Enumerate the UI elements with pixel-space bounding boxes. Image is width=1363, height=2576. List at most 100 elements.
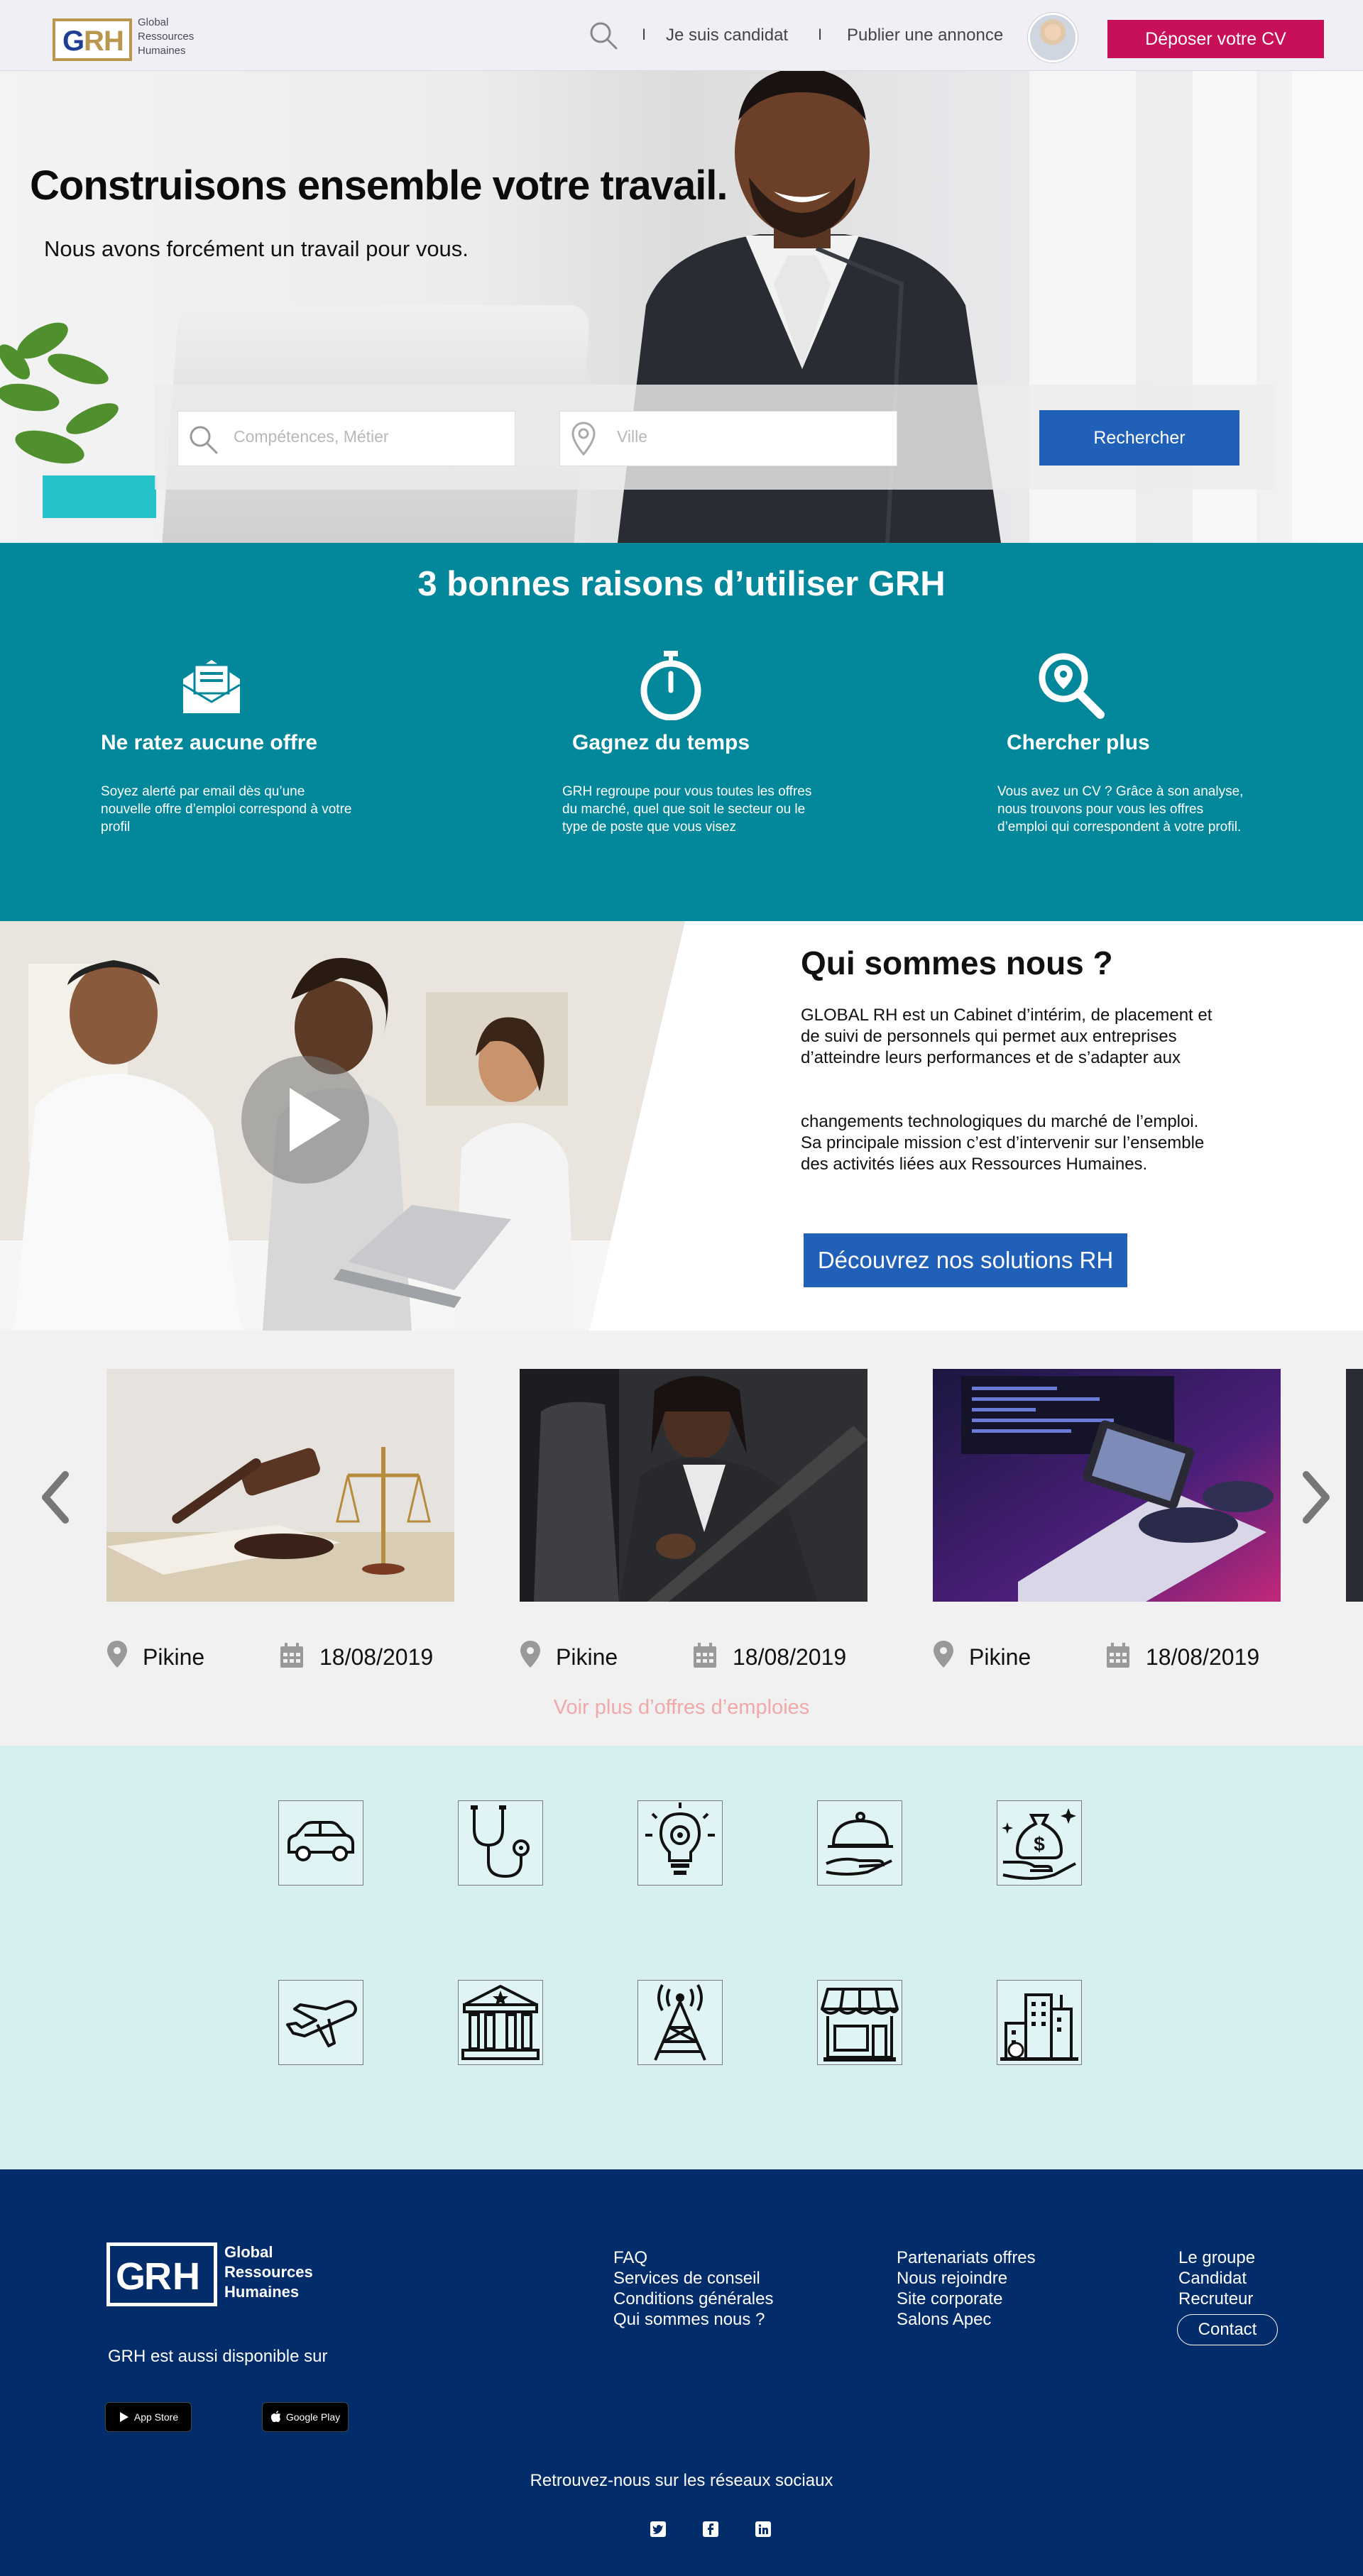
airplane-icon <box>286 2000 357 2047</box>
job-date: 18/08/2019 <box>319 1644 434 1670</box>
avatar[interactable] <box>1028 13 1078 62</box>
reason-text: Soyez alerté par email dès qu’une nouvel… <box>101 784 352 835</box>
upload-cv-button[interactable]: Déposer votre CV <box>1107 20 1324 58</box>
video-play-button[interactable] <box>241 1056 369 1184</box>
nav-separator: I <box>642 26 647 43</box>
job-location: Pikine <box>969 1644 1031 1670</box>
footer-link-join[interactable]: Nous rejoindre <box>897 2268 1036 2289</box>
job-offer-card[interactable]: Pikine 18/08/2019 <box>933 1369 1281 1670</box>
reason-title: Gagnez du temps <box>572 731 750 754</box>
google-play-badge[interactable]: Google Play <box>262 2402 349 2432</box>
job-location: Pikine <box>143 1644 205 1670</box>
calendar-icon <box>280 1643 303 1668</box>
twitter-icon[interactable] <box>650 2521 666 2537</box>
footer-link-about[interactable]: Qui sommes nous ? <box>613 2309 773 2330</box>
footer-link-recruiter[interactable]: Recruteur <box>1178 2289 1255 2309</box>
calendar-icon <box>1107 1643 1129 1668</box>
location-pin-icon <box>571 422 596 456</box>
reason-title: Chercher plus <box>1007 731 1150 754</box>
linkedin-icon[interactable] <box>755 2521 771 2537</box>
footer-links-col2: Partenariats offres Nous rejoindre Site … <box>897 2247 1036 2330</box>
food-service-icon <box>826 1812 893 1876</box>
email-alert-icon <box>182 660 241 713</box>
social-title: Retrouvez-nous sur les réseaux sociaux <box>530 2471 833 2490</box>
location-pin-icon <box>107 1641 127 1668</box>
reasons-section: 3 bonnes raisons d’utiliser GRH Ne ratez… <box>0 543 1363 921</box>
job-offer-card[interactable]: Pikine 18/08/2019 <box>106 1369 454 1670</box>
footer-links-col1: FAQ Services de conseil Conditions génér… <box>613 2247 773 2330</box>
city-search-input[interactable]: Ville <box>559 411 897 466</box>
footer-link-group[interactable]: Le groupe <box>1178 2247 1255 2268</box>
footer-logo-text: Global Ressources Humaines <box>224 2243 313 2301</box>
about-title: Qui sommes nous ? <box>801 945 1113 981</box>
sector-banking[interactable] <box>458 1980 543 2065</box>
app-store-badge[interactable]: App Store <box>105 2402 192 2432</box>
logo[interactable]: G R H <box>53 18 132 61</box>
search-location-icon <box>1039 653 1105 719</box>
footer-logo[interactable]: G R H <box>106 2242 217 2306</box>
footer-link-apec[interactable]: Salons Apec <box>897 2309 1036 2330</box>
reason-text: GRH regroupe pour vous toutes les offres… <box>562 784 812 835</box>
footer-link-consulting[interactable]: Services de conseil <box>613 2268 773 2289</box>
reason-title: Ne ratez aucune offre <box>101 731 318 754</box>
skills-search-input[interactable]: Compétences, Métier <box>177 411 515 466</box>
nav-separator: I <box>818 26 823 43</box>
hero-title: Construisons ensemble votre travail. <box>30 163 728 209</box>
sector-retail[interactable] <box>817 1980 902 2065</box>
reasons-title: 3 bonnes raisons d’utiliser GRH <box>417 565 946 603</box>
chevron-left-icon[interactable] <box>37 1469 72 1526</box>
reason-text: Vous avez un CV ? Grâce à son analyse, n… <box>997 784 1244 835</box>
logo-letters: G <box>62 26 84 57</box>
shop-icon <box>821 1988 899 2062</box>
location-pin-icon <box>520 1641 540 1668</box>
lightbulb-gear-icon <box>645 1802 715 1875</box>
chevron-right-icon[interactable] <box>1299 1469 1335 1526</box>
footer-link-faq[interactable]: FAQ <box>613 2247 773 2268</box>
nav-link-publish[interactable]: Publier une annonce <box>847 26 1003 45</box>
sector-aviation[interactable] <box>278 1980 363 2065</box>
job-location: Pikine <box>556 1644 618 1670</box>
search-button[interactable]: Rechercher <box>1039 410 1239 466</box>
city-placeholder: Ville <box>617 427 648 446</box>
footer-link-terms[interactable]: Conditions générales <box>613 2289 773 2309</box>
sector-restaurant[interactable] <box>817 1800 902 1886</box>
stopwatch-icon <box>640 651 701 720</box>
about-paragraph: GLOBAL RH est un Cabinet d’intérim, de p… <box>801 1006 1213 1067</box>
sector-innovation[interactable] <box>637 1800 723 1886</box>
sectors-section: $ <box>0 1746 1363 2169</box>
site-footer: G R H Global Ressources Humaines GRH est… <box>0 2169 1363 2576</box>
search-icon <box>190 426 218 454</box>
contact-button[interactable]: Contact <box>1177 2314 1278 2345</box>
antenna-tower-icon <box>654 1984 706 2061</box>
footer-link-corporate[interactable]: Site corporate <box>897 2289 1036 2309</box>
about-section: Qui sommes nous ? GLOBAL RH est un Cabin… <box>0 921 1363 1331</box>
logo-text: Global Ressources Humaines <box>138 16 195 57</box>
city-buildings-icon <box>1000 1993 1078 2061</box>
money-bag-hand-icon: $ <box>1002 1808 1076 1880</box>
location-pin-icon <box>934 1641 953 1668</box>
sector-car[interactable] <box>278 1800 363 1886</box>
job-offers-carousel: Pikine 18/08/2019 Pikine 18/08/2019 Piki… <box>0 1331 1363 1746</box>
job-date: 18/08/2019 <box>1146 1644 1260 1670</box>
job-date: 18/08/2019 <box>733 1644 847 1670</box>
more-offers-link[interactable]: Voir plus d’offres d’emploies <box>0 1696 1363 1719</box>
footer-link-candidate[interactable]: Candidat <box>1178 2268 1255 2289</box>
job-offer-card-partial[interactable] <box>1346 1369 1363 1602</box>
facebook-icon[interactable] <box>703 2521 718 2537</box>
footer-link-partnerships[interactable]: Partenariats offres <box>897 2247 1036 2268</box>
car-icon <box>288 1821 354 1861</box>
law-gavel-photo <box>106 1369 454 1602</box>
job-offer-card[interactable]: Pikine 18/08/2019 <box>520 1369 867 1670</box>
discover-solutions-button[interactable]: Découvrez nos solutions RH <box>804 1233 1127 1287</box>
sector-telecom[interactable] <box>637 1980 723 2065</box>
footer-links-col3: Le groupe Candidat Recruteur <box>1178 2247 1255 2309</box>
svg-text:$: $ <box>1034 1833 1045 1855</box>
nav-link-candidate[interactable]: Je suis candidat <box>666 26 788 45</box>
sector-health[interactable] <box>458 1800 543 1886</box>
sector-real-estate[interactable] <box>997 1980 1082 2065</box>
search-icon[interactable] <box>588 20 619 51</box>
hero-subtitle: Nous avons forcément un travail pour vou… <box>44 236 469 261</box>
sector-finance[interactable]: $ <box>997 1800 1082 1886</box>
developer-code-photo <box>933 1369 1281 1602</box>
play-icon <box>290 1088 341 1152</box>
